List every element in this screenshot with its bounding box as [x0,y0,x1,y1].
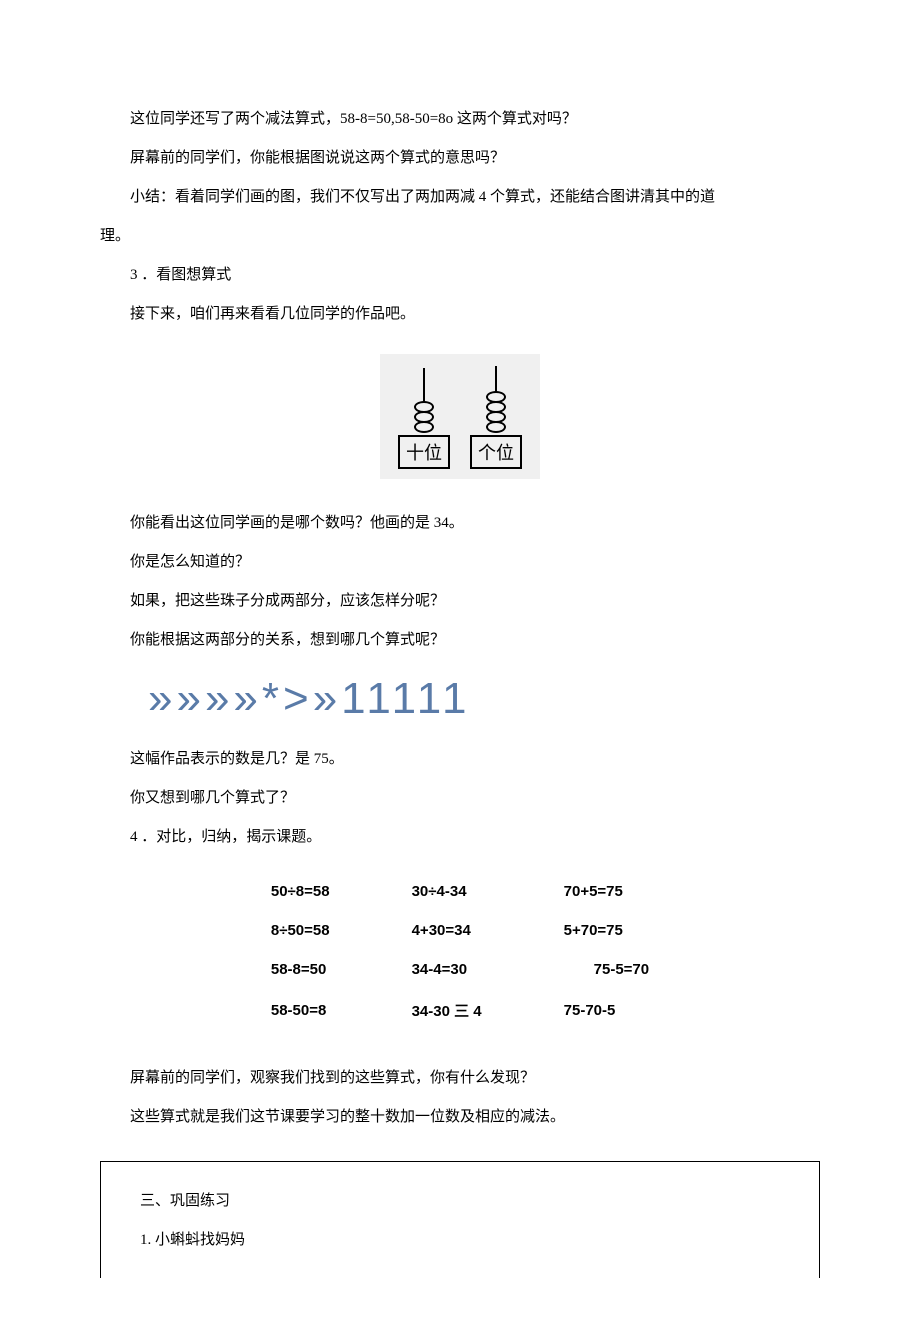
list-item: 1. 小蝌蚪找妈妈 [125,1221,795,1260]
paragraph: 你能看出这位同学画的是哪个数吗？他画的是 34。 [100,504,820,543]
equation-cell: 4+30=34 [372,912,522,949]
paragraph: 理。 [100,217,820,256]
equation-table: 50÷8=58 30÷4-34 70+5=75 8÷50=58 4+30=34 … [229,871,691,1033]
equation-cell: 5+70=75 [524,912,689,949]
equation-cell: 75-5=70 [524,951,689,988]
abacus-stick [495,366,497,393]
table-row: 50÷8=58 30÷4-34 70+5=75 [231,873,689,910]
document-page: 这位同学还写了两个减法算式，58-8=50,58-50=8o 这两个算式对吗？ … [0,0,920,1338]
abacus-figure: 十位 个位 [100,354,820,479]
abacus-bead [486,421,506,433]
table-row: 58-50=8 34-30 三 4 75-70-5 [231,990,689,1031]
abacus: 十位 个位 [380,354,540,479]
table-row: 8÷50=58 4+30=34 5+70=75 [231,912,689,949]
paragraph: 屏幕前的同学们，你能根据图说说这两个算式的意思吗？ [100,139,820,178]
footer-box: 三、巩固练习 1. 小蝌蚪找妈妈 [100,1161,820,1278]
table-row: 58-8=50 34-4=30 75-5=70 [231,951,689,988]
paragraph: 接下来，咱们再来看看几位同学的作品吧。 [100,295,820,334]
abacus-stick [423,368,425,403]
equation-cell: 58-8=50 [231,951,370,988]
equation-cell: 70+5=75 [524,873,689,910]
abacus-label-tens: 十位 [398,435,450,469]
abacus-bead [414,421,434,433]
paragraph: 如果，把这些珠子分成两部分，应该怎样分呢？ [100,582,820,621]
abacus-label-ones: 个位 [470,435,522,469]
equation-cell: 8÷50=58 [231,912,370,949]
equation-cell: 34-4=30 [372,951,522,988]
list-heading: 3 ．看图想算式 [100,256,820,295]
artwork-line: »»»»*>»11111 [148,674,820,724]
paragraph: 你又想到哪几个算式了？ [100,779,820,818]
paragraph: 你能根据这两部分的关系，想到哪几个算式呢？ [100,621,820,660]
section-heading: 三、巩固练习 [125,1182,795,1221]
equation-cell: 75-70-5 [524,990,689,1031]
equation-cell: 30÷4-34 [372,873,522,910]
equation-cell: 34-30 三 4 [372,990,522,1031]
paragraph: 这幅作品表示的数是几？是 75。 [100,740,820,779]
equation-cell: 50÷8=58 [231,873,370,910]
abacus-rod-tens: 十位 [398,368,450,469]
paragraph: 你是怎么知道的？ [100,543,820,582]
abacus-rod-ones: 个位 [470,366,522,469]
paragraph: 这位同学还写了两个减法算式，58-8=50,58-50=8o 这两个算式对吗？ [100,100,820,139]
paragraph: 这些算式就是我们这节课要学习的整十数加一位数及相应的减法。 [100,1098,820,1137]
list-heading: 4 ．对比，归纳，揭示课题。 [100,818,820,857]
equation-cell: 58-50=8 [231,990,370,1031]
paragraph: 屏幕前的同学们，观察我们找到的这些算式，你有什么发现？ [100,1059,820,1098]
paragraph: 小结：看着同学们画的图，我们不仅写出了两加两减 4 个算式，还能结合图讲清其中的… [100,178,820,217]
